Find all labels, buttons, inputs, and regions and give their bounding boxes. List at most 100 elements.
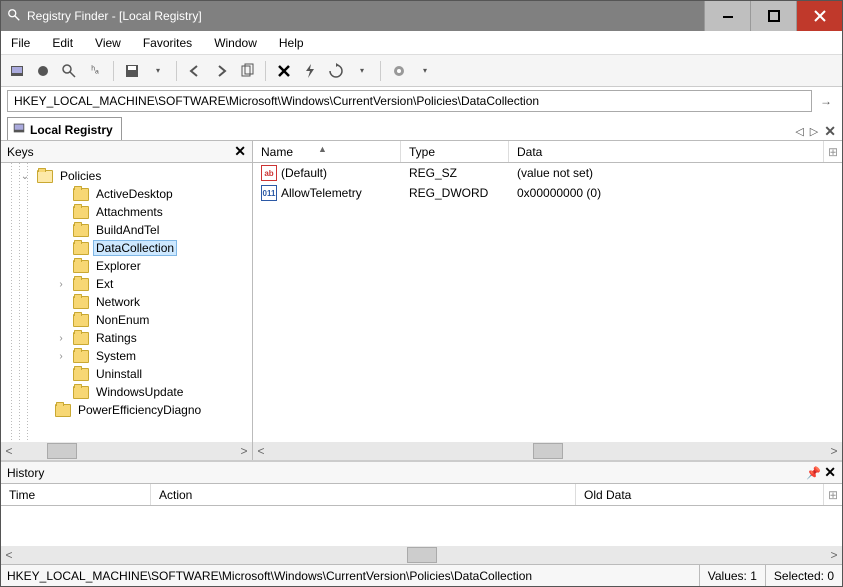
folder-icon [73,278,89,291]
history-hscrollbar[interactable]: < > [1,546,842,564]
replace-icon[interactable]: ʰₐ [85,61,105,81]
pin-icon[interactable]: 📌 [806,466,821,480]
column-type[interactable]: Type [401,141,509,162]
tree-node-cut[interactable]: PowerEfficiencyDiagno [1,401,252,419]
string-value-icon: ab [261,165,277,181]
scroll-right-icon[interactable]: > [236,444,252,458]
scroll-left-icon[interactable]: < [1,548,17,562]
folder-icon [73,332,89,345]
scroll-right-icon[interactable]: > [826,548,842,562]
folder-icon [73,242,89,255]
tree-label: Attachments [93,205,166,219]
values-hscrollbar[interactable]: < > [253,442,842,460]
menu-file[interactable]: File [7,34,34,52]
tree-label: System [93,349,139,363]
tree-node[interactable]: WindowsUpdate [1,383,252,401]
tree-node[interactable]: › System [1,347,252,365]
value-type: REG_SZ [401,166,509,180]
dropdown-icon[interactable]: ▾ [148,61,168,81]
tree-node[interactable]: NonEnum [1,311,252,329]
value-row[interactable]: ab(Default)REG_SZ(value not set) [253,163,842,183]
dropdown-icon[interactable]: ▾ [352,61,372,81]
grid-options-icon[interactable]: ⊞ [824,488,842,502]
value-name: (Default) [281,166,327,180]
tree-node[interactable]: ActiveDesktop [1,185,252,203]
delete-icon[interactable] [274,61,294,81]
history-close-icon[interactable]: ✕ [824,464,836,480]
save-icon[interactable] [122,61,142,81]
values-body[interactable]: ab(Default)REG_SZ(value not set)011Allow… [253,163,842,442]
folder-icon [73,260,89,273]
column-old-data[interactable]: Old Data [576,484,824,505]
keys-header: Keys [7,145,34,159]
refresh-icon[interactable] [326,61,346,81]
dropdown-icon[interactable]: ▾ [415,61,435,81]
close-button[interactable] [796,1,842,31]
chevron-right-icon[interactable]: › [55,333,67,344]
folder-icon [73,188,89,201]
tab-bar: Local Registry ◁ ▷ ✕ [1,115,842,141]
tab-close-icon[interactable]: ✕ [824,123,836,140]
value-row[interactable]: 011AllowTelemetryREG_DWORD0x00000000 (0) [253,183,842,203]
scroll-thumb[interactable] [47,443,77,459]
tab-local-registry[interactable]: Local Registry [7,117,122,140]
find-icon[interactable] [59,61,79,81]
tree-label: BuildAndTel [93,223,162,237]
scroll-right-icon[interactable]: > [826,444,842,458]
history-body[interactable] [1,506,842,546]
column-name[interactable]: Name ▲ [253,141,401,162]
chevron-right-icon[interactable]: › [55,279,67,290]
keys-hscrollbar[interactable]: < > [1,442,252,460]
undo-icon[interactable] [185,61,205,81]
tree-node[interactable]: BuildAndTel [1,221,252,239]
chevron-down-icon[interactable]: ⌄ [19,171,31,182]
folder-icon [73,224,89,237]
address-bar: → [1,87,842,115]
column-time[interactable]: Time [1,484,151,505]
menu-view[interactable]: View [91,34,125,52]
tree-node[interactable]: Uninstall [1,365,252,383]
tree-node[interactable]: Explorer [1,257,252,275]
tab-prev-icon[interactable]: ◁ [795,125,803,138]
tree-node[interactable]: › Ratings [1,329,252,347]
tree-node[interactable]: ›Ext [1,275,252,293]
tree-label: NonEnum [93,313,152,327]
tree-node[interactable]: Network [1,293,252,311]
settings-icon[interactable] [389,61,409,81]
status-selected: Selected: 0 [765,565,842,586]
tree-label: Policies [57,169,104,183]
tree-label: DataCollection [93,240,177,256]
scroll-thumb[interactable] [407,547,437,563]
keys-close-icon[interactable]: ✕ [234,143,246,160]
scroll-left-icon[interactable]: < [1,444,17,458]
menu-window[interactable]: Window [210,34,261,52]
menu-favorites[interactable]: Favorites [139,34,196,52]
grid-options-icon[interactable]: ⊞ [824,145,842,159]
tree-label: ActiveDesktop [93,187,176,201]
tree-label: Explorer [93,259,144,273]
tree-node[interactable]: DataCollection [1,239,252,257]
tree-node[interactable]: Attachments [1,203,252,221]
status-values: Values: 1 [699,565,765,586]
keys-tree[interactable]: ⌄ Policies ActiveDesktop Attachments Build… [1,163,252,442]
redo-icon[interactable] [211,61,231,81]
menu-edit[interactable]: Edit [48,34,77,52]
maximize-button[interactable] [750,1,796,31]
value-name: AllowTelemetry [281,186,362,200]
remote-registry-icon[interactable] [33,61,53,81]
scroll-left-icon[interactable]: < [253,444,269,458]
menu-help[interactable]: Help [275,34,308,52]
copy-icon[interactable] [237,61,257,81]
column-data[interactable]: Data [509,141,824,162]
tab-next-icon[interactable]: ▷ [810,125,818,138]
local-registry-icon[interactable] [7,61,27,81]
scroll-thumb[interactable] [533,443,563,459]
address-input[interactable] [7,90,812,112]
lightning-icon[interactable] [300,61,320,81]
chevron-right-icon[interactable]: › [55,351,67,362]
column-action[interactable]: Action [151,484,576,505]
tree-node-policies[interactable]: ⌄ Policies [1,167,252,185]
go-button[interactable]: → [816,94,836,108]
tree-label: Ratings [93,331,140,345]
minimize-button[interactable] [704,1,750,31]
